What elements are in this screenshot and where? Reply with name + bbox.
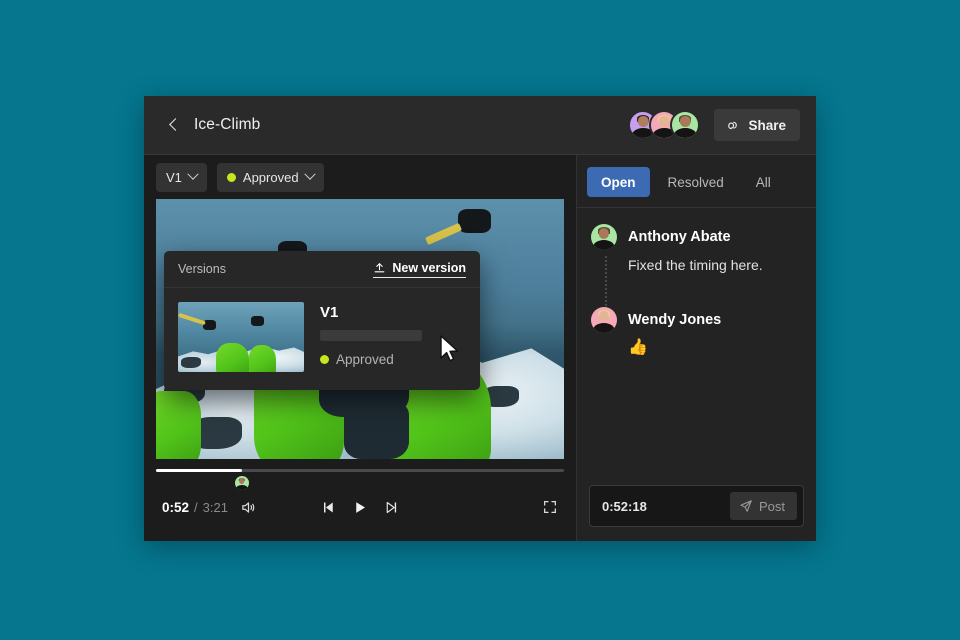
share-button[interactable]: Share	[714, 109, 800, 141]
collaborator-avatars	[628, 110, 701, 140]
comment-item[interactable]: Anthony Abate Fixed the timing here.	[591, 224, 802, 273]
header-actions: Share	[628, 109, 800, 141]
comment-composer[interactable]: 0:52:18 Post	[589, 485, 804, 527]
fullscreen-button[interactable]	[542, 499, 558, 515]
video-viewport[interactable]: Versions New version V1 Approved	[156, 199, 564, 459]
comment-author: Anthony Abate	[628, 229, 731, 245]
glove	[251, 316, 264, 326]
previous-frame-icon	[324, 502, 333, 512]
chevron-down-icon	[303, 168, 316, 180]
versions-popover-title: Versions	[178, 262, 226, 276]
status-selector-label: Approved	[242, 169, 299, 185]
time-display: 0:52 / 3:21	[162, 500, 228, 515]
time-separator: /	[194, 499, 198, 515]
version-status-label: Approved	[336, 352, 394, 367]
volume-icon	[242, 501, 255, 513]
comments-pane: Open Resolved All Anthony Abate Fixed th…	[576, 155, 816, 541]
avatar[interactable]	[591, 307, 617, 333]
comment-author: Wendy Jones	[628, 312, 722, 328]
climber-jacket	[215, 342, 249, 372]
ice-axe	[425, 223, 462, 246]
post-button[interactable]: Post	[729, 492, 797, 520]
versions-popover-header: Versions New version	[164, 251, 480, 288]
tab-all[interactable]: All	[742, 167, 785, 197]
comment-text: Fixed the timing here.	[628, 257, 763, 273]
share-button-label: Share	[748, 117, 786, 133]
link-icon	[728, 121, 738, 129]
comment-header: Anthony Abate	[591, 224, 802, 250]
volume-button[interactable]	[240, 499, 257, 516]
tab-resolved[interactable]: Resolved	[654, 167, 738, 197]
avatar[interactable]	[591, 224, 617, 250]
app-window: Ice-Climb Share V1 Approved Versions New…	[144, 96, 816, 541]
comment-header: Wendy Jones	[591, 307, 802, 333]
play-button[interactable]	[353, 500, 368, 515]
versions-popover: Versions New version V1 Approved	[164, 251, 480, 390]
tab-all-label: All	[755, 174, 771, 190]
version-thumbnail[interactable]	[178, 302, 304, 372]
comment-filter-tabs: Open Resolved All	[577, 155, 816, 208]
window-header: Ice-Climb Share	[144, 96, 816, 155]
new-version-button[interactable]: New version	[373, 261, 466, 278]
current-time: 0:52	[162, 499, 190, 515]
glove	[457, 209, 491, 233]
climber-jacket	[156, 391, 201, 459]
upload-icon	[374, 262, 385, 273]
new-version-label: New version	[392, 260, 466, 275]
status-selector[interactable]: Approved	[216, 162, 324, 192]
rock	[180, 356, 201, 368]
previous-frame-button[interactable]	[322, 500, 337, 515]
climber-jacket	[248, 345, 277, 372]
tab-open[interactable]: Open	[587, 167, 650, 197]
duration: 3:21	[202, 499, 228, 515]
chevron-left-icon[interactable]	[166, 117, 182, 133]
composer-timecode: 0:52:18	[602, 498, 647, 514]
scrubber[interactable]	[156, 465, 564, 490]
next-frame-button[interactable]	[384, 500, 399, 515]
progress-track[interactable]	[156, 469, 564, 472]
transport-row: 0:52 / 3:21	[156, 487, 564, 527]
next-frame-icon	[386, 501, 397, 513]
version-selector-label: V1	[166, 169, 182, 185]
progress-fill	[156, 469, 242, 472]
status-dot-icon	[226, 172, 236, 182]
version-selector[interactable]: V1	[156, 162, 207, 192]
avatar[interactable]	[670, 110, 701, 140]
player-toolbar: V1 Approved	[144, 155, 576, 199]
fullscreen-icon	[544, 501, 556, 513]
version-meta: V1 Approved	[320, 302, 422, 372]
tab-resolved-label: Resolved	[667, 174, 724, 190]
page-title: Ice-Climb	[194, 116, 261, 133]
ice-axe	[178, 313, 206, 326]
status-dot-icon	[320, 355, 329, 364]
window-body: V1 Approved Versions New version V1 Appr…	[144, 155, 816, 541]
version-status: Approved	[320, 352, 422, 367]
send-icon	[740, 500, 752, 512]
comment-thread: Anthony Abate Fixed the timing here. Wen…	[577, 208, 816, 485]
transport-controls	[322, 500, 399, 515]
player-controls: 0:52 / 3:21	[144, 459, 576, 541]
play-icon	[356, 501, 365, 513]
comment-reaction: 👍	[628, 339, 648, 356]
version-name: V1	[320, 304, 339, 321]
tab-open-label: Open	[601, 174, 636, 190]
player-pane: V1 Approved Versions New version V1 Appr…	[144, 155, 576, 541]
chevron-down-icon	[187, 168, 199, 180]
backpack	[343, 401, 409, 459]
post-button-label: Post	[758, 498, 785, 514]
version-placeholder-bar	[320, 330, 422, 341]
version-list-item[interactable]: V1 Approved	[164, 288, 480, 390]
comment-item[interactable]: Wendy Jones 👍	[591, 307, 802, 357]
